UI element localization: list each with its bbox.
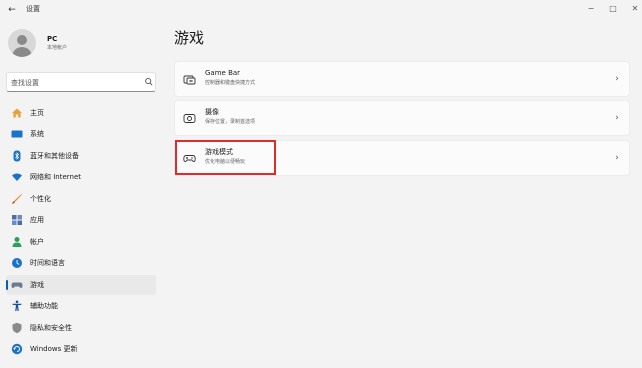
- sidebar-item-label: Windows 更新: [30, 345, 78, 353]
- wifi-icon: [12, 173, 22, 181]
- sidebar-item-label: 辅助功能: [30, 302, 58, 310]
- sidebar-item-label: 个性化: [30, 195, 51, 203]
- user-name: PC: [47, 35, 58, 43]
- game-bar-icon: [183, 75, 196, 85]
- search-input[interactable]: [11, 75, 139, 90]
- close-button[interactable]: ✕: [627, 2, 642, 16]
- active-indicator: [6, 280, 8, 290]
- sidebar-item-time-language[interactable]: 时间和语言: [6, 253, 156, 273]
- sidebar-item-label: 时间和语言: [30, 259, 65, 267]
- card-capture[interactable]: 摄像 保存位置，录制首选项 ›: [174, 100, 630, 136]
- apps-icon: [12, 215, 22, 225]
- sidebar-item-windows-update[interactable]: Windows 更新: [6, 339, 156, 359]
- minimize-button[interactable]: −: [583, 2, 599, 16]
- sidebar-item-accounts[interactable]: 帐户: [6, 232, 156, 252]
- chevron-right-icon: ›: [615, 113, 619, 123]
- sidebar-item-label: 游戏: [30, 281, 44, 289]
- gamepad-icon: [11, 282, 23, 288]
- brush-icon: [12, 194, 22, 204]
- sidebar-item-gaming[interactable]: 游戏: [6, 275, 156, 295]
- globe-clock-icon: [12, 258, 22, 268]
- chevron-right-icon: ›: [615, 74, 619, 84]
- sidebar-item-label: 应用: [30, 216, 44, 224]
- back-button[interactable]: ←: [4, 3, 20, 17]
- sidebar-item-bluetooth[interactable]: 蓝牙和其他设备: [6, 146, 156, 166]
- sidebar-item-label: 系统: [30, 130, 44, 138]
- sidebar-item-label: 帐户: [30, 238, 44, 246]
- sidebar-item-apps[interactable]: 应用: [6, 210, 156, 230]
- account-icon: [12, 237, 22, 247]
- avatar[interactable]: [8, 29, 36, 57]
- sidebar-item-label: 网络和 Internet: [30, 173, 82, 181]
- home-icon: [12, 108, 22, 118]
- capture-icon: [183, 114, 196, 123]
- monitor-icon: [11, 130, 23, 138]
- sidebar-item-accessibility[interactable]: 辅助功能: [6, 296, 156, 316]
- search-box[interactable]: [6, 72, 156, 92]
- sidebar-item-label: 隐私和安全性: [30, 324, 72, 332]
- avatar-head: [17, 35, 27, 45]
- window-title: 设置: [26, 5, 40, 13]
- card-subtitle: 保存位置，录制首选项: [205, 119, 256, 125]
- highlight-annotation: [175, 140, 276, 175]
- sidebar-item-privacy[interactable]: 隐私和安全性: [6, 318, 156, 338]
- card-title: Game Bar: [205, 69, 241, 77]
- chevron-right-icon: ›: [615, 153, 619, 163]
- sidebar-item-home[interactable]: 主页: [6, 103, 156, 123]
- sidebar-item-personalization[interactable]: 个性化: [6, 189, 156, 209]
- bluetooth-icon: [13, 150, 21, 162]
- title-bar: ← 设置 − □ ✕: [0, 0, 642, 22]
- sidebar-item-label: 蓝牙和其他设备: [30, 152, 79, 160]
- update-icon: [11, 343, 23, 355]
- maximize-button[interactable]: □: [605, 2, 621, 16]
- sidebar-item-network[interactable]: 网络和 Internet: [6, 167, 156, 187]
- page-title: 游戏: [174, 29, 205, 47]
- accessibility-icon: [12, 300, 22, 311]
- account-type: 本地帐户: [47, 45, 68, 51]
- sidebar-item-system[interactable]: 系统: [6, 124, 156, 144]
- search-icon[interactable]: [144, 75, 154, 89]
- avatar-body: [12, 47, 32, 57]
- card-subtitle: 控制器和键盘快捷方式: [205, 80, 256, 86]
- card-game-bar[interactable]: Game Bar 控制器和键盘快捷方式 ›: [174, 61, 630, 97]
- sidebar-item-label: 主页: [30, 109, 44, 117]
- card-title: 摄像: [205, 108, 219, 116]
- back-arrow-icon: ←: [8, 5, 16, 15]
- shield-icon: [12, 322, 22, 334]
